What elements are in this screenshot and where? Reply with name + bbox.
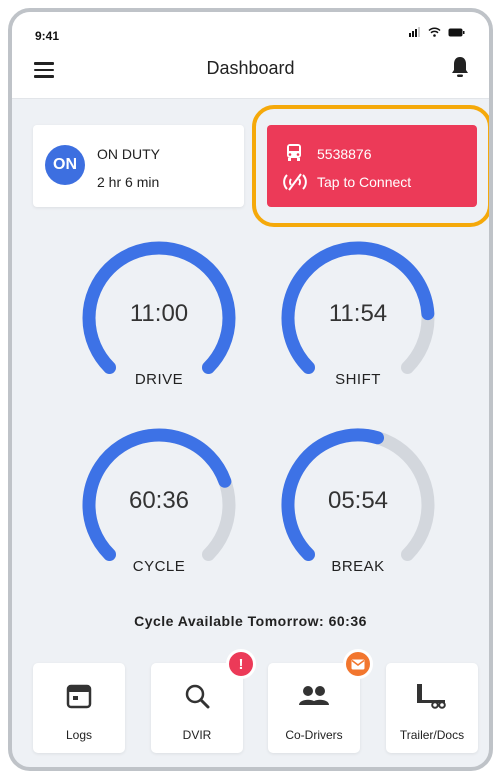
wifi-icon	[428, 27, 441, 37]
trailer-docs-button[interactable]: Trailer/Docs	[386, 663, 478, 753]
battery-icon	[448, 28, 465, 36]
nav-label: DVIR	[182, 728, 212, 742]
drive-gauge: 11:00 DRIVE	[79, 238, 239, 398]
truck-icon	[287, 144, 301, 161]
shift-gauge: 11:54 SHIFT	[278, 238, 438, 398]
gauge-value: 11:00	[129, 300, 189, 327]
search-icon	[185, 684, 210, 709]
trailer-icon	[417, 684, 446, 709]
duty-badge: ON	[45, 145, 85, 185]
duty-status-card[interactable]: ON ON DUTY 2 hr 6 min	[33, 125, 244, 207]
calendar-icon	[66, 684, 92, 709]
app-header: 9:41 Dashboard	[12, 12, 489, 99]
mail-icon	[351, 659, 365, 669]
status-time: 9:41	[35, 29, 60, 43]
people-icon	[299, 686, 329, 705]
page-title: Dashboard	[206, 58, 295, 78]
tap-to-connect-button[interactable]: 5538876 Tap to Connect	[267, 125, 477, 207]
duty-elapsed-time: 2 hr 6 min	[97, 174, 160, 190]
co-drivers-button[interactable]: Co-Drivers	[268, 663, 360, 753]
device-frame: 9:41 Dashboard ON ON DUTY 2 hr 6 min 553…	[8, 8, 493, 771]
nav-label: Trailer/Docs	[399, 728, 465, 742]
logs-button[interactable]: Logs	[33, 663, 125, 753]
gauge-value: 11:54	[328, 300, 388, 327]
co-drivers-mail-badge	[343, 649, 373, 679]
gauge-label: CYCLE	[132, 558, 186, 575]
signal-icon	[409, 27, 420, 37]
no-connection-icon	[283, 173, 307, 191]
nav-label: Logs	[65, 728, 93, 742]
cycle-gauge: 60:36 CYCLE	[79, 425, 239, 585]
break-gauge: 05:54 BREAK	[278, 425, 438, 585]
gauge-value: 60:36	[128, 487, 190, 514]
gauge-label: BREAK	[331, 558, 385, 575]
gauge-label: DRIVE	[134, 371, 184, 388]
gauge-label: SHIFT	[335, 371, 381, 388]
gauge-value: 05:54	[327, 487, 389, 514]
dvir-alert-badge: !	[226, 649, 256, 679]
cycle-available-note: Cycle Available Tomorrow: 60:36	[134, 613, 367, 629]
bell-icon[interactable]	[451, 56, 469, 78]
connect-label: Tap to Connect	[317, 174, 412, 190]
truck-id: 5538876	[317, 146, 372, 162]
status-icons	[409, 27, 465, 37]
duty-status-text: ON DUTY	[97, 146, 160, 162]
nav-label: Co-Drivers	[285, 728, 343, 742]
dvir-button[interactable]: DVIR	[151, 663, 243, 753]
